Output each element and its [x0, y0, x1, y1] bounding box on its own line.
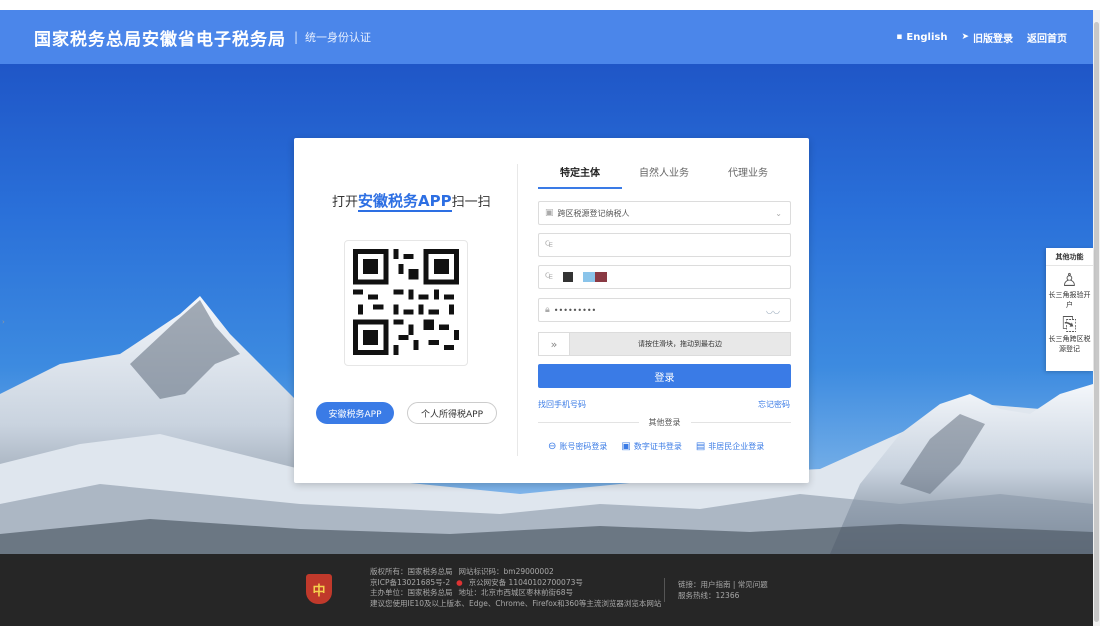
- old-version-login-link[interactable]: ➤ 旧版登录: [961, 30, 1013, 45]
- page-scrollbar[interactable]: [1093, 10, 1100, 626]
- chevron-down-icon: ⌄: [775, 208, 782, 218]
- tab-agent-business[interactable]: 代理业务: [706, 164, 790, 189]
- password-field[interactable]: 🔒︎ ••••••••• ◡◡: [538, 298, 791, 322]
- user-type-value: 跨区税源登记纳税人: [557, 208, 630, 218]
- anhui-tax-app-button[interactable]: 安徽税务APP: [316, 402, 394, 424]
- qr-title: 打开安徽税务APP扫一扫: [332, 192, 491, 212]
- site-title[interactable]: 国家税务总局安徽省电子税务局: [34, 25, 286, 50]
- personal-tax-app-button[interactable]: 个人所得税APP: [407, 402, 497, 424]
- user-type-select[interactable]: ▣ 跨区税源登记纳税人 ⌄: [538, 201, 791, 225]
- lock-icon: 🔒︎: [545, 305, 550, 315]
- police-badge-icon: ●: [456, 577, 463, 587]
- tab-specific-entity[interactable]: 特定主体: [538, 164, 622, 189]
- enterprise-icon: ▤: [695, 441, 706, 452]
- certificate-icon: ▣: [621, 441, 631, 452]
- footer-link-row[interactable]: 链接：用户指南 | 常见问题: [678, 579, 768, 590]
- id-card-icon: ▣: [545, 208, 554, 218]
- title-separator: |: [294, 30, 299, 44]
- divider-line: [690, 422, 791, 423]
- slider-hint: 请按住滑块，拖动到最右边: [638, 340, 722, 348]
- slide-captcha: » 请按住滑块，拖动到最右边: [538, 332, 791, 356]
- side-panel-title: 其他功能: [1046, 248, 1093, 266]
- account-field[interactable]: ₠: [538, 265, 791, 289]
- redacted-block: [594, 272, 607, 282]
- side-item-yrd-tax-registration[interactable]: ⎘ 长三角跨区税源登记: [1046, 310, 1093, 354]
- side-item-yrd-account[interactable]: ♙ 长三角报验开户: [1046, 266, 1093, 310]
- top-header: 国家税务总局安徽省电子税务局 | 统一身份认证 ▪ English ➤ 旧版登录 返…: [0, 10, 1093, 64]
- password-login-link[interactable]: ⊖ 账号密码登录: [548, 441, 607, 452]
- divider-line: [538, 422, 639, 423]
- footer-info: 版权所有：国家税务总局 网站标识码：bm29000002 京ICP备1302168…: [370, 567, 662, 608]
- credit-code-field[interactable]: ₠: [538, 233, 791, 257]
- other-login-methods: ⊖ 账号密码登录 ▣ 数字证书登录 ▤ 非居民企业登录: [548, 441, 764, 452]
- send-icon: ➤: [961, 32, 969, 42]
- redacted-block: [582, 272, 595, 282]
- login-tabs: 特定主体 自然人业务 代理业务: [538, 164, 790, 189]
- other-login-divider: 其他登录: [538, 417, 791, 428]
- footer-links: 链接：用户指南 | 常见问题 服务热线：12366: [678, 579, 768, 601]
- document-icon: ⎘: [1062, 314, 1077, 335]
- government-badge[interactable]: 中: [306, 574, 332, 604]
- flag-icon: ▪: [896, 32, 903, 42]
- find-phone-link[interactable]: 找回手机号码: [538, 399, 586, 410]
- phone-icon: ₠: [545, 272, 553, 282]
- left-collapse-arrow[interactable]: ›: [2, 318, 5, 326]
- qr-code-image: [353, 249, 459, 355]
- footer-hotline: 服务热线：12366: [678, 591, 740, 600]
- forgot-password-link[interactable]: 忘记密码: [758, 399, 790, 410]
- scrollbar-thumb[interactable]: [1094, 22, 1099, 622]
- certificate-login-link[interactable]: ▣ 数字证书登录: [621, 441, 681, 452]
- lock-icon: ⊖: [548, 441, 557, 452]
- page-footer: 中 版权所有：国家税务总局 网站标识码：bm29000002 京ICP备13021…: [0, 554, 1093, 626]
- user-icon: ♙: [1061, 270, 1078, 291]
- tab-natural-person[interactable]: 自然人业务: [622, 164, 706, 189]
- account-icon: ₠: [545, 240, 553, 250]
- badge-emblem-icon: 中: [312, 583, 326, 599]
- footer-separator: [664, 578, 665, 602]
- eye-closed-icon[interactable]: ◡◡: [766, 306, 780, 315]
- redacted-block: [562, 272, 573, 282]
- site-subtitle: 统一身份认证: [305, 31, 372, 44]
- qr-title-app: 安徽税务APP: [358, 192, 452, 212]
- back-home-link[interactable]: 返回首页: [1027, 30, 1067, 45]
- english-link[interactable]: ▪ English: [896, 32, 947, 43]
- non-resident-login-link[interactable]: ▤ 非居民企业登录: [696, 441, 764, 452]
- login-button[interactable]: 登录: [538, 364, 791, 388]
- slider-handle[interactable]: »: [539, 333, 570, 355]
- header-links: ▪ English ➤ 旧版登录 返回首页: [896, 30, 1067, 45]
- side-panel: 其他功能 ♙ 长三角报验开户 ⎘ 长三角跨区税源登记: [1046, 248, 1093, 371]
- card-divider: [517, 164, 518, 456]
- login-card: 打开安徽税务APP扫一扫 安徽税务APP 个人所得税APP 特定主体 自然人业务…: [294, 138, 809, 483]
- other-login-label: 其他登录: [648, 418, 681, 427]
- password-value: •••••••••: [553, 305, 597, 315]
- qr-code: [344, 240, 468, 366]
